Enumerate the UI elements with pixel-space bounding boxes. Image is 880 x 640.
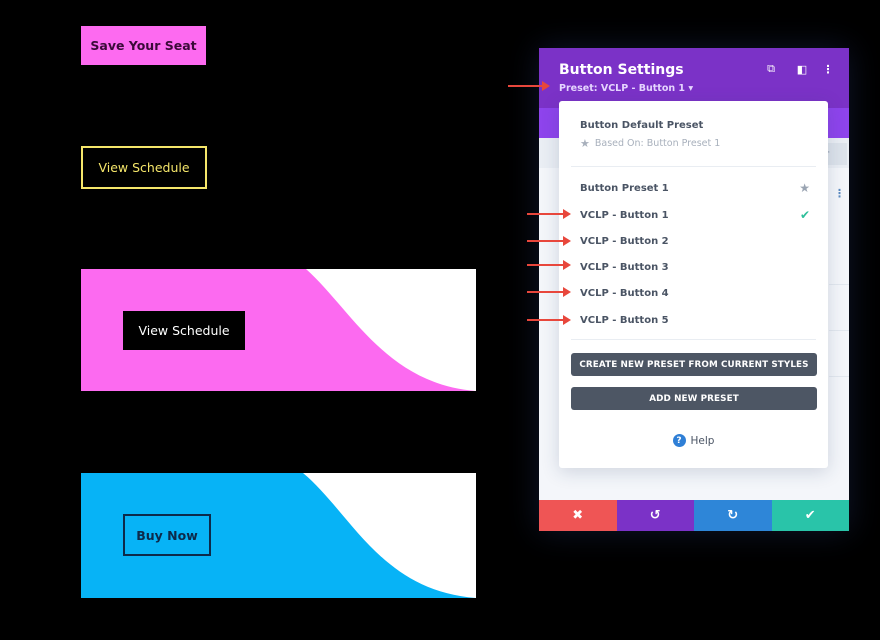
preset-item[interactable]: VCLP - Button 3 [580,257,810,277]
divider [829,284,849,285]
split-view-icon[interactable]: ◧ [795,62,809,76]
annotation-arrow [527,209,571,219]
pink-banner: View Schedule [81,269,476,391]
default-preset-title[interactable]: Button Default Preset [580,120,703,131]
preset-item[interactable]: VCLP - Button 1 ✔ [580,205,810,225]
preset-item[interactable]: Button Preset 1 ★ [580,178,810,198]
panel-footer: ✖ ↺ ↻ ✔ [539,500,849,531]
check-icon: ✔ [804,508,816,523]
row-options-icon[interactable]: ⋮ [834,187,845,200]
preset-item[interactable]: VCLP - Button 4 [580,283,810,303]
cancel-button[interactable]: ✖ [539,500,617,531]
undo-icon: ↺ [649,508,661,523]
preset-item-label: VCLP - Button 1 [580,209,669,221]
annotation-arrow [527,236,571,246]
help-link[interactable]: ? Help [559,434,828,447]
star-icon[interactable]: ★ [799,181,810,195]
buy-now-button[interactable]: Buy Now [123,514,211,556]
annotation-arrow [527,315,571,325]
panel-title: Button Settings [559,62,684,78]
preset-item-label: VCLP - Button 2 [580,235,669,247]
check-icon: ✔ [799,208,810,222]
preset-dropdown: Button Default Preset ★ Based On: Button… [559,101,828,468]
expand-icon[interactable]: ⧉ [764,62,778,76]
preset-selector[interactable]: Preset: VCLP - Button 1 ▾ [559,83,693,94]
divider [829,330,849,331]
preset-item[interactable]: VCLP - Button 5 [580,310,810,330]
divider [571,339,816,340]
view-schedule-outline-button[interactable]: View Schedule [81,146,207,189]
help-label: Help [690,434,715,447]
create-preset-from-styles-button[interactable]: CREATE NEW PRESET FROM CURRENT STYLES [571,353,817,376]
preset-item[interactable]: VCLP - Button 2 [580,231,810,251]
preset-item-label: Button Preset 1 [580,182,669,194]
more-options-icon[interactable]: ⋮ [821,62,835,76]
blue-banner: Buy Now [81,473,476,598]
save-your-seat-button[interactable]: Save Your Seat [81,26,206,65]
add-new-preset-button[interactable]: ADD NEW PRESET [571,387,817,410]
close-icon: ✖ [572,508,584,523]
undo-button[interactable]: ↺ [616,500,694,531]
panel-header: Button Settings Preset: VCLP - Button 1 … [539,48,849,108]
based-on-label: ★ Based On: Button Preset 1 [580,137,720,150]
redo-button[interactable]: ↻ [694,500,772,531]
annotation-arrow [527,260,571,270]
preset-item-label: VCLP - Button 4 [580,287,669,299]
based-on-text: Based On: Button Preset 1 [594,138,721,149]
preset-item-label: VCLP - Button 5 [580,314,669,326]
divider [571,166,816,167]
annotation-arrow [508,81,550,91]
view-schedule-dark-button[interactable]: View Schedule [123,311,245,350]
divider [829,376,849,377]
redo-icon: ↻ [727,508,739,523]
star-icon: ★ [580,137,590,150]
preset-item-label: VCLP - Button 3 [580,261,669,273]
help-icon: ? [672,434,686,447]
annotation-arrow [527,287,571,297]
save-button[interactable]: ✔ [771,500,849,531]
